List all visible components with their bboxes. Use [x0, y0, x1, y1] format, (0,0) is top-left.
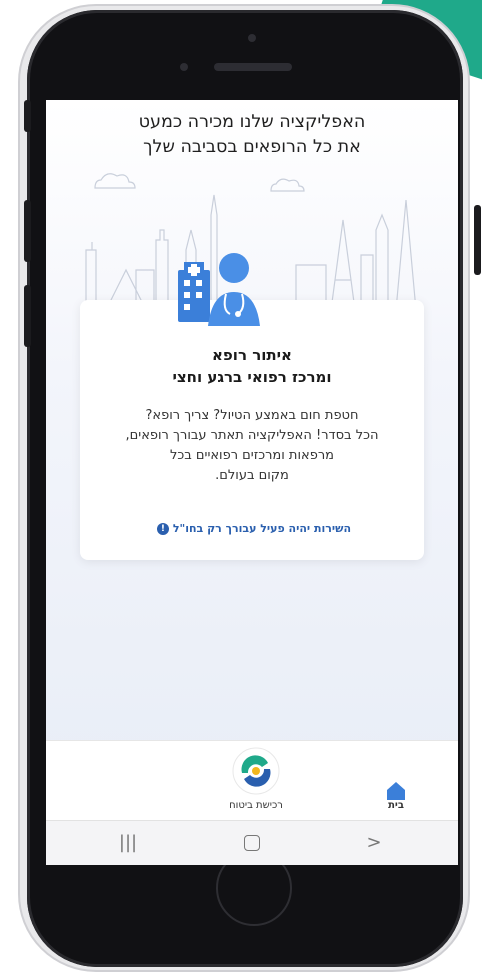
card-body-line-3: מרפאות ומרכזים רפואיים בכל: [170, 448, 334, 463]
volume-up-button: [24, 200, 31, 262]
recent-apps-icon[interactable]: |||: [108, 829, 148, 857]
notice-text: השירות יהיה פעיל עבורך רק בחו"ל: [172, 522, 352, 535]
front-camera: [248, 34, 256, 42]
doctor-building-icon: [178, 253, 260, 326]
home-circle-icon[interactable]: [232, 829, 272, 857]
home-icon: [387, 782, 405, 800]
tab-purchase-insurance[interactable]: רכישת ביטוח: [216, 741, 296, 821]
page-headline: האפליקציה שלנו מכירה כמעט את כל הרופאים …: [46, 110, 458, 160]
tab-purchase-label: רכישת ביטוח: [229, 800, 283, 811]
volume-down-button: [24, 285, 31, 347]
card-title-line-1: איתור רופא: [212, 346, 292, 364]
app-screen: האפליקציה שלנו מכירה כמעט את כל הרופאים …: [46, 100, 458, 772]
power-button: [474, 205, 481, 275]
back-chevron-icon[interactable]: >: [354, 829, 394, 857]
info-icon: !: [156, 523, 169, 535]
abroad-only-notice: השירות יהיה פעיל עבורך רק בחו"ל !: [80, 522, 424, 535]
card-body-line-4: מקום בעולם.: [215, 468, 289, 483]
mute-switch: [24, 100, 31, 132]
tab-home-label: בית: [388, 800, 404, 811]
card-body-line-2: הכל בסדר! האפליקציה תאתר עבורך רופאים,: [125, 428, 379, 443]
earpiece-speaker: [214, 63, 292, 71]
card-description: חטפת חום באמצע הטיול? צריך רופא? הכל בסד…: [90, 406, 414, 486]
bottom-tab-bar: רכישת ביטוח בית: [46, 740, 458, 821]
info-card: איתור רופא ומרכז רפואי ברגע וחצי חטפת חו…: [80, 300, 424, 560]
proximity-sensor: [180, 63, 188, 71]
card-title: איתור רופא ומרכז רפואי ברגע וחצי: [80, 344, 424, 388]
app-logo-icon: [232, 747, 280, 795]
tab-home[interactable]: בית: [366, 741, 426, 821]
card-body-line-1: חטפת חום באמצע הטיול? צריך רופא?: [145, 408, 359, 423]
android-nav-bar: ||| >: [46, 820, 458, 865]
headline-line-2: את כל הרופאים בסביבה שלך: [143, 137, 361, 157]
headline-line-1: האפליקציה שלנו מכירה כמעט: [138, 112, 366, 132]
card-title-line-2: ומרכז רפואי ברגע וחצי: [172, 368, 332, 386]
